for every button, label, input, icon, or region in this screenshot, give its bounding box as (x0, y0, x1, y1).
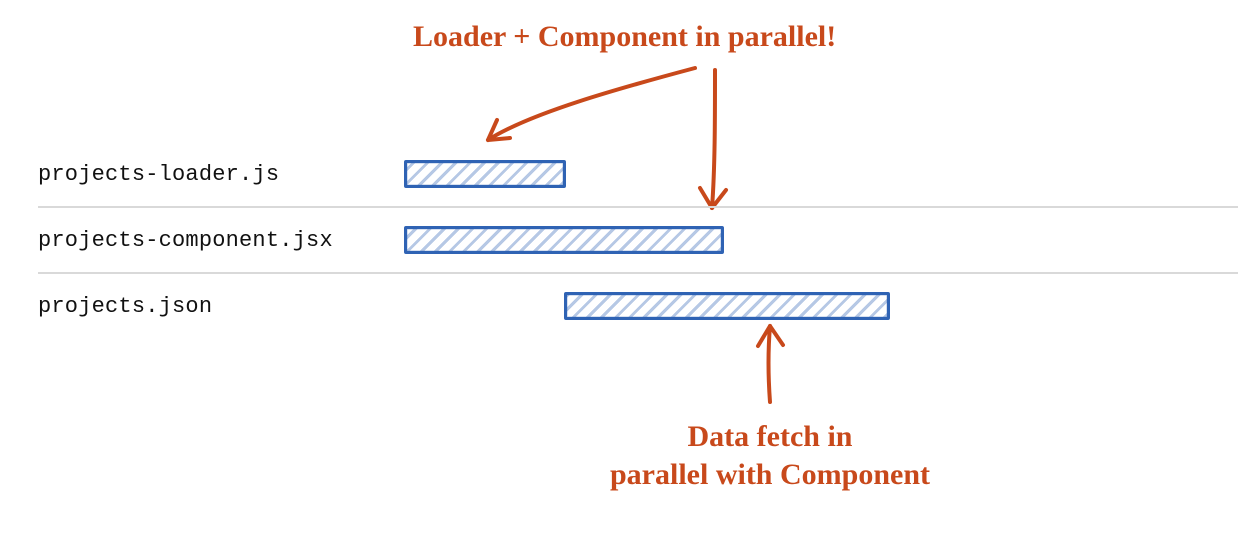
row-label-loader: projects-loader.js (38, 162, 279, 187)
arrow-to-json (740, 320, 800, 410)
timeline-row-component: projects-component.jsx (38, 214, 1256, 268)
row-label-component: projects-component.jsx (38, 228, 333, 253)
annotation-parallel-load: Loader + Component in parallel! (413, 18, 836, 56)
bar-component (404, 226, 724, 254)
row-divider-1 (38, 272, 1238, 274)
bar-json (564, 292, 890, 320)
arrow-to-loader-and-component (470, 58, 730, 228)
row-divider-0 (38, 206, 1238, 208)
row-label-json: projects.json (38, 294, 212, 319)
annotation-data-fetch: Data fetch in parallel with Component (610, 418, 930, 493)
bar-loader (404, 160, 566, 188)
timeline-row-json: projects.json (38, 280, 1256, 334)
timeline-row-loader: projects-loader.js (38, 148, 1256, 202)
